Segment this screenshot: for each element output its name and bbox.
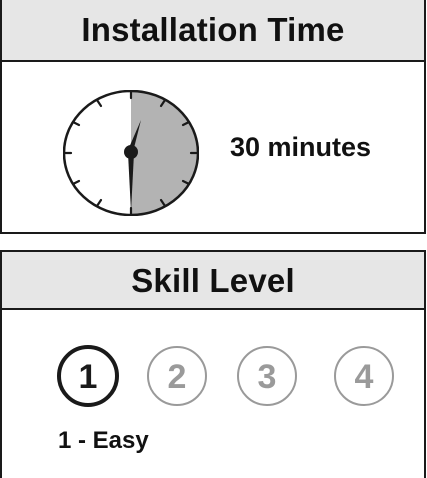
skill-level-caption: 1 - Easy — [58, 427, 149, 454]
skill-level-1: 1 — [57, 345, 119, 407]
installation-duration: 30 minutes — [230, 132, 372, 162]
clock-icon — [63, 90, 199, 216]
skill-level-scale: 1 2 3 4 — [57, 345, 394, 407]
skill-level-3-number: 3 — [258, 358, 277, 396]
skill-level-2: 2 — [147, 346, 207, 406]
installation-time-title: Installation Time — [2, 0, 424, 62]
clock-center — [124, 145, 138, 159]
skill-level-4: 4 — [334, 346, 394, 406]
skill-level-title: Skill Level — [2, 250, 424, 310]
clock-elapsed-fill — [131, 90, 199, 216]
skill-level-3: 3 — [237, 346, 297, 406]
skill-level-1-number: 1 — [79, 358, 98, 396]
skill-level-4-number: 4 — [355, 358, 374, 396]
skill-level-2-number: 2 — [168, 358, 187, 396]
